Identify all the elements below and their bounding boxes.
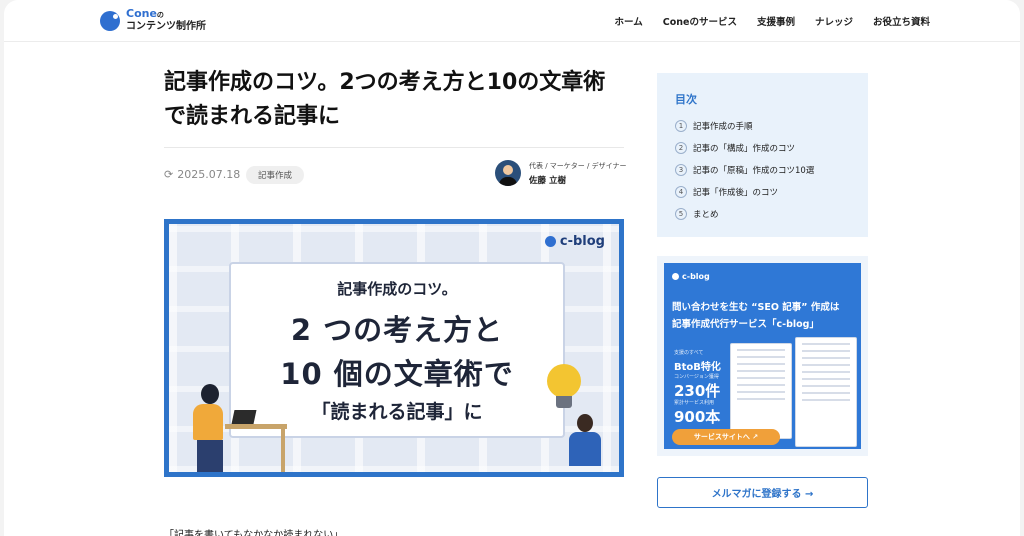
ad-stat: コンバージョン獲得 230件 [674,373,720,401]
lightbulb-base [556,396,572,408]
site-header: Coneの コンテンツ制作所 ホーム Coneのサービス 支援事例 ナレッジ お… [4,0,1020,42]
man-illustration [563,414,609,472]
updated-date: ⟳ 2025.07.18 [164,168,240,181]
ad-inner: c-blog 問い合わせを生む “SEO 記事” 作成は 記事作成代行サービス「… [664,263,861,449]
ad-stat-caption: 累計サービス利用 [674,400,715,406]
cblog-logo-icon [544,236,556,247]
site-logo[interactable]: Coneの コンテンツ制作所 [100,8,206,33]
hero-brand-text: c-blog [559,234,605,249]
newsletter-button[interactable]: メルマガに登録する → [657,477,868,508]
woman-illustration [183,384,243,472]
toc-number: 4 [675,186,687,198]
main-nav: ホーム Coneのサービス 支援事例 ナレッジ お役立ち資料 [615,14,930,28]
logo-text: Coneの コンテンツ制作所 [126,8,206,33]
ad-brand: c-blog [672,272,710,281]
nav-cases[interactable]: 支援事例 [757,14,795,28]
toc-label: 記事「作成後」のコツ [693,188,779,198]
nav-services[interactable]: Coneのサービス [663,14,737,28]
cblog-ad-banner[interactable]: c-blog 問い合わせを生む “SEO 記事” 作成は 記事作成代行サービス「… [657,256,868,456]
toc-item[interactable]: 1 記事作成の手順 [675,115,868,137]
toc-item[interactable]: 2 記事の「構成」作成のコツ [675,137,868,159]
article-body-first-line: 「記事を書いてもなかなか読まれない」 [164,530,344,536]
logo-brand: Cone [126,7,157,20]
nav-resources[interactable]: お役立ち資料 [873,14,930,28]
toc-label: 記事の「原稿」作成のコツ10選 [693,166,815,176]
toc-title: 目次 [675,93,697,106]
logo-mark-icon [100,10,120,31]
toc-number: 3 [675,164,687,176]
author-block[interactable]: 代表 / マーケター / デザイナー 佐藤 立樹 [495,160,626,186]
toc-number: 2 [675,142,687,154]
ad-stat-caption: 支援のすべて [674,350,704,356]
nav-knowledge[interactable]: ナレッジ [815,14,853,28]
date-text: 2025.07.18 [177,168,241,181]
author-name: 佐藤 立樹 [529,175,566,186]
toc-item[interactable]: 5 まとめ [675,203,868,225]
title-divider [164,147,624,148]
logo-suffix: の [156,11,164,19]
table-of-contents: 目次 1 記事作成の手順 2 記事の「構成」作成のコツ 3 記事の「原稿」作成の… [657,73,868,237]
ad-stat-value: 900本 [674,408,721,426]
hero-brand: c-blog [544,234,605,249]
toc-number: 1 [675,120,687,132]
hero-line-4: 「読まれる記事」に [311,401,483,423]
category-tag[interactable]: 記事作成 [246,166,305,184]
lightbulb-icon [547,364,581,398]
nav-home[interactable]: ホーム [615,14,643,28]
toc-label: まとめ [693,210,719,220]
toc-item[interactable]: 4 記事「作成後」のコツ [675,181,868,203]
hero-line-3: 10 個の文章術で [280,357,514,391]
toc-number: 5 [675,208,687,220]
hero-line-2: 2 つの考え方と [290,313,504,347]
toc-label: 記事作成の手順 [693,122,753,132]
ad-stat-caption: コンバージョン獲得 [674,374,719,380]
service-site-button[interactable]: サービスサイトへ ↗ [672,429,780,445]
cblog-logo-icon [672,273,679,280]
author-role: 代表 / マーケター / デザイナー [529,161,627,170]
ad-headline: 問い合わせを生む “SEO 記事” 作成は 記事作成代行サービス「c-blog」 [672,299,839,333]
ad-stat-value: 230件 [674,382,721,400]
hero-line-1: 記事作成のコツ。 [337,280,457,298]
hero-image: c-blog 記事作成のコツ。 2 つの考え方と 10 個の文章術で 「読まれる… [164,219,624,477]
ad-headline-2: 記事作成代行サービス「c-blog」 [672,319,819,330]
desk-leg [281,429,285,472]
ad-document-thumb [795,337,857,447]
ad-headline-1: 問い合わせを生む “SEO 記事” 作成は [672,302,840,313]
page: Coneの コンテンツ制作所 ホーム Coneのサービス 支援事例 ナレッジ お… [4,0,1020,536]
toc-item[interactable]: 3 記事の「原稿」作成のコツ10選 [675,159,868,181]
article-title: 記事作成のコツ。2つの考え方と10の文章術で読まれる記事に [164,70,606,129]
hero-card: 記事作成のコツ。 2 つの考え方と 10 個の文章術で 「読まれる記事」に [229,262,565,438]
ad-stat: 累計サービス利用 900本 [674,399,720,427]
logo-sub: コンテンツ制作所 [126,21,206,32]
toc-label: 記事の「構成」作成のコツ [693,144,796,154]
ad-brand-text: c-blog [682,272,710,281]
refresh-icon: ⟳ [164,168,174,181]
author-avatar [495,160,521,186]
ad-stat-value: BtoB特化 [674,362,721,373]
ad-stat: 支援のすべて BtoB特化 [674,349,721,374]
ad-document-thumb [730,343,792,439]
